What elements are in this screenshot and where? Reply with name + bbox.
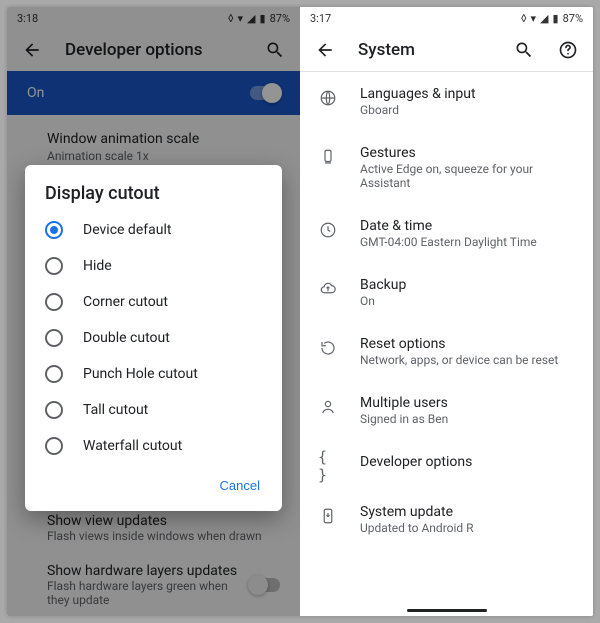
item-body: GesturesActive Edge on, squeeze for your… [360, 145, 575, 190]
radio-icon [45, 401, 63, 419]
cancel-button[interactable]: Cancel [210, 470, 270, 501]
radio-label: Corner cutout [83, 294, 168, 310]
app-bar: System [300, 29, 593, 71]
item-subtitle: Network, apps, or device can be reset [360, 353, 575, 367]
radio-option[interactable]: Punch Hole cutout [25, 356, 282, 392]
radio-option[interactable]: Tall cutout [25, 392, 282, 428]
system-update-icon [318, 506, 338, 526]
radio-label: Double cutout [83, 330, 170, 346]
item-body: Multiple usersSigned in as Ben [360, 395, 575, 426]
item-subtitle: GMT-04:00 Eastern Daylight Time [360, 235, 575, 249]
radio-icon [45, 221, 63, 239]
radio-option[interactable]: Hide [25, 248, 282, 284]
battery-percent: 87% [563, 13, 583, 24]
item-title: Backup [360, 277, 575, 293]
signal-icon: ◢ [540, 13, 548, 24]
item-body: Languages & inputGboard [360, 86, 575, 117]
item-subtitle: On [360, 294, 575, 308]
settings-item[interactable]: Reset optionsNetwork, apps, or device ca… [300, 322, 593, 381]
battery-icon: ▮ [553, 13, 559, 24]
page-title: System [358, 40, 491, 60]
item-title: Languages & input [360, 86, 575, 102]
gesture-icon [318, 147, 338, 167]
item-subtitle: Signed in as Ben [360, 412, 575, 426]
radio-icon [45, 329, 63, 347]
gesture-nav-bar[interactable] [407, 609, 487, 612]
settings-item[interactable]: Languages & inputGboard [300, 72, 593, 131]
radio-option[interactable]: Corner cutout [25, 284, 282, 320]
settings-item[interactable]: BackupOn [300, 263, 593, 322]
braces-icon: { } [318, 456, 338, 476]
item-title: Developer options [360, 454, 575, 470]
settings-item[interactable]: { } Developer options [300, 440, 593, 490]
item-body: System updateUpdated to Android R [360, 504, 575, 535]
settings-item[interactable]: Date & timeGMT-04:00 Eastern Daylight Ti… [300, 204, 593, 263]
radio-option[interactable]: Device default [25, 212, 282, 248]
item-title: Gestures [360, 145, 575, 161]
radio-icon [45, 365, 63, 383]
dnd-icon: ◊ [521, 13, 527, 24]
status-time: 3:17 [310, 12, 331, 25]
item-title: Reset options [360, 336, 575, 352]
radio-option[interactable]: Double cutout [25, 320, 282, 356]
settings-item[interactable]: GesturesActive Edge on, squeeze for your… [300, 131, 593, 204]
item-body: Reset optionsNetwork, apps, or device ca… [360, 336, 575, 367]
wifi-icon: ▾ [531, 13, 537, 24]
system-settings-list: Languages & inputGboard GesturesActive Ed… [300, 72, 593, 549]
radio-option[interactable]: Waterfall cutout [25, 428, 282, 464]
help-button[interactable] [557, 39, 579, 61]
help-icon [558, 40, 578, 60]
dialog-title: Display cutout [25, 183, 282, 212]
radio-label: Device default [83, 222, 171, 238]
item-title: Multiple users [360, 395, 575, 411]
radio-icon [45, 257, 63, 275]
search-button[interactable] [513, 39, 535, 61]
item-body: Developer options [360, 454, 575, 470]
person-icon [318, 397, 338, 417]
radio-label: Waterfall cutout [83, 438, 182, 454]
radio-icon [45, 437, 63, 455]
cloud-upload-icon [318, 279, 338, 299]
settings-item[interactable]: System updateUpdated to Android R [300, 490, 593, 549]
item-title: Date & time [360, 218, 575, 234]
radio-icon [45, 293, 63, 311]
item-subtitle: Active Edge on, squeeze for your Assista… [360, 162, 575, 190]
status-bar: 3:17 ◊ ▾ ◢ ▮ 87% [300, 7, 593, 29]
left-screenshot: 3:18 ◊ ▾ ◢ ▮ 87% Developer options On [7, 7, 300, 616]
display-cutout-dialog: Display cutout Device default Hide Corner … [25, 165, 282, 511]
item-body: Date & timeGMT-04:00 Eastern Daylight Ti… [360, 218, 575, 249]
arrow-back-icon [315, 40, 335, 60]
item-subtitle: Updated to Android R [360, 521, 575, 535]
reset-icon [318, 338, 338, 358]
radio-label: Punch Hole cutout [83, 366, 198, 382]
search-icon [514, 40, 534, 60]
item-title: System update [360, 504, 575, 520]
globe-icon [318, 88, 338, 108]
clock-icon [318, 220, 338, 240]
item-body: BackupOn [360, 277, 575, 308]
right-screenshot: 3:17 ◊ ▾ ◢ ▮ 87% System Languages & i [300, 7, 593, 616]
back-button[interactable] [314, 39, 336, 61]
radio-label: Hide [83, 258, 112, 274]
radio-label: Tall cutout [83, 402, 148, 418]
status-icons: ◊ ▾ ◢ ▮ 87% [521, 13, 583, 24]
settings-item[interactable]: Multiple usersSigned in as Ben [300, 381, 593, 440]
item-subtitle: Gboard [360, 103, 575, 117]
